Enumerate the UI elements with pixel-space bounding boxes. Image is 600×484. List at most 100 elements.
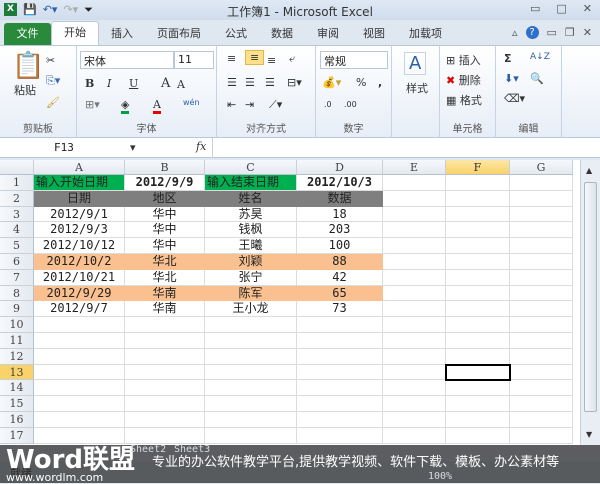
cell-e16[interactable] <box>383 412 446 428</box>
tab-file[interactable]: 文件 <box>4 23 51 45</box>
tab-formulas[interactable]: 公式 <box>213 23 259 45</box>
styles-icon[interactable]: A <box>404 52 427 75</box>
cell-c6[interactable]: 刘颖 <box>205 254 297 270</box>
font-color-button[interactable]: A <box>153 98 161 114</box>
doc-minimize-icon[interactable]: ▭ <box>547 26 557 39</box>
cell-e6[interactable] <box>383 254 446 270</box>
close-button[interactable]: ✕ <box>583 2 592 15</box>
tab-addins[interactable]: 加载项 <box>397 23 454 45</box>
sheet-tab-sheet3[interactable]: Sheet3 <box>174 445 210 455</box>
cell-g8[interactable] <box>510 285 573 302</box>
cell-a11[interactable] <box>34 333 125 349</box>
cell-d6[interactable]: 88 <box>297 254 383 270</box>
styles-button[interactable]: 样式 <box>406 80 428 96</box>
row-header-3[interactable]: 3 <box>0 206 34 223</box>
maximize-button[interactable]: □ <box>556 2 566 15</box>
name-box-dropdown-icon[interactable]: ▾ <box>130 141 136 154</box>
row-header-10[interactable]: 10 <box>0 317 34 333</box>
cell-g2[interactable] <box>510 190 573 207</box>
cell-f1[interactable] <box>446 175 510 191</box>
cell-f14[interactable] <box>446 380 510 397</box>
fill-color-button[interactable]: ◈ <box>121 98 130 114</box>
cell-f4[interactable] <box>446 222 510 239</box>
tab-home[interactable]: 开始 <box>51 21 99 45</box>
decrease-decimal-button[interactable]: .00 <box>344 100 357 109</box>
scroll-thumb[interactable] <box>584 182 597 412</box>
grow-font-button[interactable]: A <box>161 76 170 91</box>
cell-a16[interactable] <box>34 412 125 428</box>
cell-f7[interactable] <box>446 269 510 286</box>
cell-f16[interactable] <box>446 412 510 428</box>
cell-c12[interactable] <box>205 348 297 365</box>
cell-a9[interactable]: 2012/9/7 <box>34 301 125 318</box>
cell-a17[interactable] <box>34 427 125 444</box>
insert-function-button[interactable]: fx <box>196 140 206 153</box>
scroll-down-icon[interactable]: ▼ <box>586 430 592 439</box>
wrap-text-icon[interactable]: ⤶ <box>289 52 295 66</box>
cell-d4[interactable]: 203 <box>297 222 383 239</box>
phonetic-button[interactable]: wén <box>183 98 200 107</box>
cell-g11[interactable] <box>510 333 573 349</box>
find-select-button[interactable]: 🔍 <box>530 72 544 85</box>
cell-f6[interactable] <box>446 254 510 270</box>
cell-f9[interactable] <box>446 301 510 318</box>
cell-d14[interactable] <box>297 380 383 397</box>
cell-e5[interactable] <box>383 238 446 254</box>
row-header-7[interactable]: 7 <box>0 269 34 286</box>
row-header-2[interactable]: 2 <box>0 190 34 207</box>
cell-c11[interactable] <box>205 333 297 349</box>
cell-g10[interactable] <box>510 317 573 333</box>
cell-d3[interactable]: 18 <box>297 206 383 223</box>
sort-filter-button[interactable]: A↓Z <box>530 52 550 62</box>
cell-d15[interactable] <box>297 396 383 412</box>
cell-g6[interactable] <box>510 254 573 270</box>
cell-c4[interactable]: 钱枫 <box>205 222 297 239</box>
cell-b9[interactable]: 华南 <box>125 301 205 318</box>
decrease-indent-icon[interactable]: ⇤ <box>227 98 236 111</box>
increase-decimal-button[interactable]: .0 <box>324 100 332 109</box>
align-bottom-icon[interactable]: ≡ <box>267 54 276 67</box>
cell-b6[interactable]: 华北 <box>125 254 205 270</box>
paste-button[interactable]: 粘贴 <box>14 82 36 98</box>
cell-e15[interactable] <box>383 396 446 412</box>
copy-icon[interactable]: ⎘▾ <box>46 74 60 88</box>
cell-b10[interactable] <box>125 317 205 333</box>
cell-g3[interactable] <box>510 206 573 223</box>
cell-d2[interactable]: 数据 <box>297 190 383 207</box>
font-size-select[interactable]: 11 <box>174 51 214 69</box>
cell-c13[interactable] <box>205 364 297 381</box>
cell-c1[interactable]: 输入结束日期 <box>205 175 297 191</box>
column-header-b[interactable]: B <box>125 160 205 175</box>
column-header-g[interactable]: G <box>510 160 573 175</box>
cell-b17[interactable] <box>125 427 205 444</box>
cell-e1[interactable] <box>383 175 446 191</box>
cell-d16[interactable] <box>297 412 383 428</box>
tab-review[interactable]: 审阅 <box>305 23 351 45</box>
bold-button[interactable]: B <box>85 77 94 90</box>
selected-cell-f13[interactable] <box>445 363 511 382</box>
cell-b1[interactable]: 2012/9/9 <box>125 175 205 191</box>
cell-b3[interactable]: 华中 <box>125 206 205 223</box>
cell-e8[interactable] <box>383 285 446 302</box>
cell-f12[interactable] <box>446 348 510 365</box>
scroll-up-icon[interactable]: ▲ <box>586 166 592 175</box>
align-right-icon[interactable]: ☰ <box>265 76 275 89</box>
cell-b2[interactable]: 地区 <box>125 190 205 207</box>
formula-input[interactable] <box>212 138 600 158</box>
orientation-icon[interactable]: ⟋▾ <box>269 98 282 112</box>
row-header-9[interactable]: 9 <box>0 301 34 318</box>
cell-e13[interactable] <box>383 364 446 381</box>
cell-g7[interactable] <box>510 269 573 286</box>
row-header-1[interactable]: 1 <box>0 175 34 191</box>
cell-f17[interactable] <box>446 427 510 444</box>
cell-e4[interactable] <box>383 222 446 239</box>
cell-g17[interactable] <box>510 427 573 444</box>
cell-g4[interactable] <box>510 222 573 239</box>
align-left-icon[interactable]: ☰ <box>227 76 237 89</box>
row-header-14[interactable]: 14 <box>0 380 34 397</box>
cut-icon[interactable]: ✂ <box>46 54 55 67</box>
tab-page-layout[interactable]: 页面布局 <box>145 23 213 45</box>
row-header-11[interactable]: 11 <box>0 333 34 349</box>
increase-indent-icon[interactable]: ⇥ <box>245 98 254 111</box>
delete-cells-button[interactable]: ✖ 删除 <box>446 72 481 88</box>
